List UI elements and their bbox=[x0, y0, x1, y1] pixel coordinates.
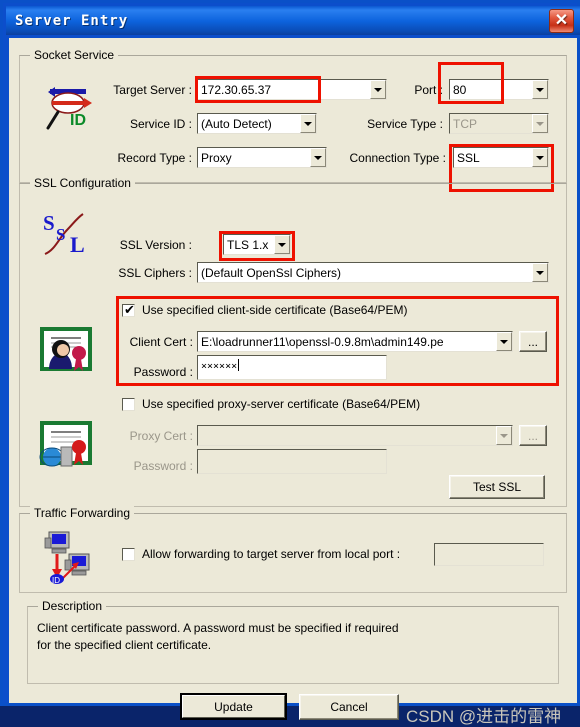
connection-type-value: SSL bbox=[457, 150, 480, 165]
ssl-icon: S S L bbox=[43, 211, 85, 257]
ssl-configuration-legend: SSL Configuration bbox=[30, 176, 135, 190]
update-button-label: Update bbox=[182, 695, 285, 718]
use-client-certificate-checkbox[interactable]: ✔ bbox=[122, 304, 135, 317]
chevron-down-icon[interactable] bbox=[532, 263, 548, 282]
service-id-value: (Auto Detect) bbox=[201, 116, 272, 131]
ssl-version-label: SSL Version : bbox=[119, 238, 192, 252]
service-id-combo[interactable]: (Auto Detect) bbox=[197, 113, 317, 134]
service-type-value: TCP bbox=[453, 116, 477, 131]
client-cert-combo[interactable]: E:\loadrunner11\openssl-0.9.8m\admin149.… bbox=[197, 331, 513, 352]
window-title: Server Entry bbox=[15, 12, 129, 29]
chevron-down-icon[interactable] bbox=[532, 80, 548, 99]
svg-text:S: S bbox=[43, 211, 55, 235]
client-password-input[interactable]: ×××××× bbox=[197, 355, 387, 380]
chevron-down-icon[interactable] bbox=[310, 148, 326, 167]
close-icon[interactable]: ✕ bbox=[549, 9, 574, 33]
cancel-button[interactable]: Cancel bbox=[299, 694, 399, 720]
chevron-down-icon[interactable] bbox=[532, 148, 548, 167]
proxy-cert-label: Proxy Cert : bbox=[129, 429, 193, 443]
check-icon: ✔ bbox=[124, 303, 135, 318]
allow-forwarding-checkbox[interactable] bbox=[122, 548, 135, 561]
client-cert-label: Client Cert : bbox=[129, 335, 193, 349]
client-password-value: ×××××× bbox=[201, 361, 238, 372]
use-proxy-certificate-checkbox[interactable] bbox=[122, 398, 135, 411]
chevron-down-icon[interactable] bbox=[300, 114, 316, 133]
ssl-version-value: TLS 1.x bbox=[227, 237, 269, 252]
svg-text:S: S bbox=[56, 225, 65, 244]
port-label: Port : bbox=[414, 83, 443, 97]
ssl-ciphers-label: SSL Ciphers : bbox=[118, 266, 192, 280]
chevron-down-icon[interactable] bbox=[496, 332, 512, 351]
dialog-client-area: Socket Service ID Target Server : 172.30… bbox=[9, 38, 577, 726]
proxy-certificate-icon bbox=[39, 421, 92, 467]
record-type-value: Proxy bbox=[201, 150, 232, 165]
connection-type-label: Connection Type : bbox=[349, 151, 446, 165]
chevron-down-icon[interactable] bbox=[370, 80, 386, 99]
record-type-label: Record Type : bbox=[117, 151, 192, 165]
local-port-input bbox=[434, 543, 544, 566]
ssl-version-combo[interactable]: TLS 1.x bbox=[223, 234, 291, 255]
svg-text:ID: ID bbox=[70, 112, 86, 129]
connection-type-combo[interactable]: SSL bbox=[453, 147, 549, 168]
client-cert-value: E:\loadrunner11\openssl-0.9.8m\admin149.… bbox=[201, 334, 444, 349]
chevron-down-icon bbox=[496, 426, 512, 445]
forwarding-icon: ID bbox=[44, 531, 90, 584]
client-password-label: Password : bbox=[133, 365, 193, 379]
target-server-combo[interactable]: 172.30.65.37 bbox=[197, 79, 387, 100]
svg-text:ID: ID bbox=[52, 576, 60, 584]
title-bar: Server Entry ✕ bbox=[6, 6, 580, 35]
text-caret bbox=[238, 359, 240, 371]
description-line-1: Client certificate password. A password … bbox=[37, 621, 399, 635]
test-ssl-button[interactable]: Test SSL bbox=[449, 475, 545, 499]
target-server-label: Target Server : bbox=[113, 83, 192, 97]
use-client-certificate-label: Use specified client-side certificate (B… bbox=[142, 303, 408, 317]
server-entry-dialog: Server Entry ✕ Socket Service ID Target … bbox=[0, 0, 580, 726]
update-button[interactable]: Update bbox=[180, 693, 287, 720]
description-legend: Description bbox=[38, 599, 107, 613]
proxy-cert-browse-button: ... bbox=[519, 425, 547, 446]
target-server-value: 172.30.65.37 bbox=[201, 82, 272, 97]
svg-text:L: L bbox=[70, 232, 85, 257]
client-certificate-icon bbox=[40, 327, 92, 371]
ssl-ciphers-combo[interactable]: (Default OpenSsl Ciphers) bbox=[197, 262, 549, 283]
use-proxy-certificate-label: Use specified proxy-server certificate (… bbox=[142, 397, 421, 411]
proxy-password-label: Password : bbox=[133, 459, 193, 473]
description-line-2: for the specified client certificate. bbox=[37, 638, 212, 652]
service-type-label: Service Type : bbox=[367, 117, 443, 131]
service-id-label: Service ID : bbox=[129, 117, 192, 131]
client-cert-browse-button[interactable]: ... bbox=[519, 331, 547, 352]
allow-forwarding-label: Allow forwarding to target server from l… bbox=[142, 547, 401, 561]
port-value: 80 bbox=[453, 82, 467, 97]
service-type-combo: TCP bbox=[449, 113, 549, 134]
chevron-down-icon[interactable] bbox=[274, 235, 290, 254]
port-combo[interactable]: 80 bbox=[449, 79, 549, 100]
chevron-down-icon bbox=[532, 114, 548, 133]
proxy-password-input bbox=[197, 449, 387, 474]
traffic-forwarding-legend: Traffic Forwarding bbox=[30, 506, 135, 520]
proxy-cert-combo bbox=[197, 425, 513, 446]
socket-service-legend: Socket Service bbox=[30, 48, 119, 62]
ssl-ciphers-value: (Default OpenSsl Ciphers) bbox=[201, 265, 342, 280]
record-type-combo[interactable]: Proxy bbox=[197, 147, 327, 168]
